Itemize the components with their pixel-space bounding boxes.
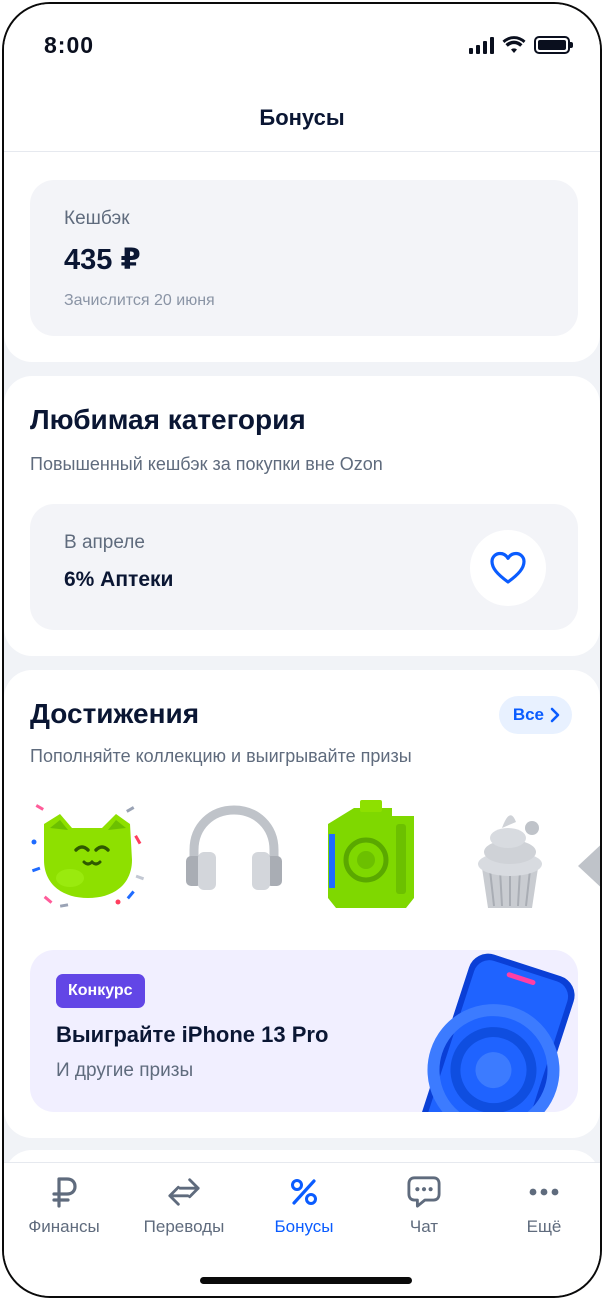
achievement-canister[interactable] xyxy=(320,798,436,914)
cashback-amount: 435 ₽ xyxy=(64,244,141,276)
phone-screen: 8:00 Бонусы Кешбэк 435 ₽ Зачислится 20 и… xyxy=(2,2,602,1298)
cashback-label: Кешбэк xyxy=(64,208,130,229)
cashback-card[interactable]: Кешбэк 435 ₽ Зачислится 20 июня xyxy=(30,180,578,336)
canister-badge-icon xyxy=(328,800,414,908)
cupcake-badge-icon xyxy=(478,815,542,908)
achievements-section: Достижения Все Пополняйте коллекцию и вы… xyxy=(4,670,600,1138)
page-title: Бонусы xyxy=(259,104,345,130)
signal-icon xyxy=(469,36,494,54)
favorite-category-value: 6% Аптеки xyxy=(64,568,174,591)
transfer-arrows-icon xyxy=(167,1175,201,1209)
tab-bonuses[interactable]: Бонусы xyxy=(244,1175,364,1245)
achievement-cupcake[interactable] xyxy=(452,798,568,914)
wifi-icon xyxy=(502,36,526,53)
promo-title: Выиграйте iPhone 13 Pro xyxy=(56,1022,329,1047)
achievement-headphones[interactable] xyxy=(176,798,292,914)
percent-icon xyxy=(287,1175,321,1209)
achievements-all-button[interactable]: Все xyxy=(498,696,572,734)
cashback-credit-date: Зачислится 20 июня xyxy=(64,292,215,309)
tab-finances[interactable]: Финансы xyxy=(4,1175,124,1245)
page-header: Бонусы xyxy=(4,84,600,152)
status-bar: 8:00 xyxy=(4,4,600,84)
chevron-right-icon xyxy=(550,707,560,723)
ruble-icon xyxy=(47,1175,81,1209)
achievements-carousel[interactable] xyxy=(30,798,600,914)
cat-badge-icon xyxy=(31,804,145,908)
contest-badge: Конкурс xyxy=(56,974,145,1008)
achievement-next-partial[interactable] xyxy=(578,798,600,914)
favorite-category-month: В апреле xyxy=(64,532,145,553)
tab-label: Финансы xyxy=(28,1217,100,1236)
next-badge-icon xyxy=(578,845,600,887)
tab-chat[interactable]: Чат xyxy=(364,1175,484,1245)
chat-icon xyxy=(407,1175,441,1209)
achievement-cat[interactable] xyxy=(30,798,146,914)
bottom-tab-bar: Финансы Переводы Бонусы Чат Ещё xyxy=(4,1162,600,1296)
achievements-title: Достижения xyxy=(30,698,200,729)
favorite-heart-button[interactable] xyxy=(470,530,546,606)
contest-promo-card[interactable]: Конкурс Выиграйте iPhone 13 Pro И другие… xyxy=(30,950,578,1112)
favorite-category-card[interactable]: В апреле 6% Аптеки xyxy=(30,504,578,630)
home-indicator[interactable] xyxy=(200,1277,412,1284)
iphone-image xyxy=(418,953,575,1112)
favorite-category-section: Любимая категория Повышенный кешбэк за п… xyxy=(4,376,600,656)
favorite-category-title: Любимая категория xyxy=(30,404,306,435)
status-icons xyxy=(469,36,573,54)
tab-label: Переводы xyxy=(143,1217,225,1236)
more-icon xyxy=(527,1175,561,1209)
cashback-section: Кешбэк 435 ₽ Зачислится 20 июня xyxy=(4,152,600,362)
tab-label: Бонусы xyxy=(274,1217,334,1236)
heart-icon xyxy=(490,551,526,584)
headphones-badge-icon xyxy=(186,805,282,890)
favorite-category-subtitle: Повышенный кешбэк за покупки вне Ozon xyxy=(30,454,383,474)
tab-more[interactable]: Ещё xyxy=(484,1175,600,1245)
battery-icon xyxy=(534,36,573,54)
all-button-label: Все xyxy=(512,705,544,724)
tab-label: Ещё xyxy=(526,1217,562,1236)
status-time: 8:00 xyxy=(44,32,95,58)
tab-label: Чат xyxy=(409,1217,439,1236)
tab-transfers[interactable]: Переводы xyxy=(124,1175,244,1245)
achievements-subtitle: Пополняйте коллекцию и выигрывайте призы xyxy=(30,746,412,766)
promo-subtitle: И другие призы xyxy=(56,1060,194,1081)
